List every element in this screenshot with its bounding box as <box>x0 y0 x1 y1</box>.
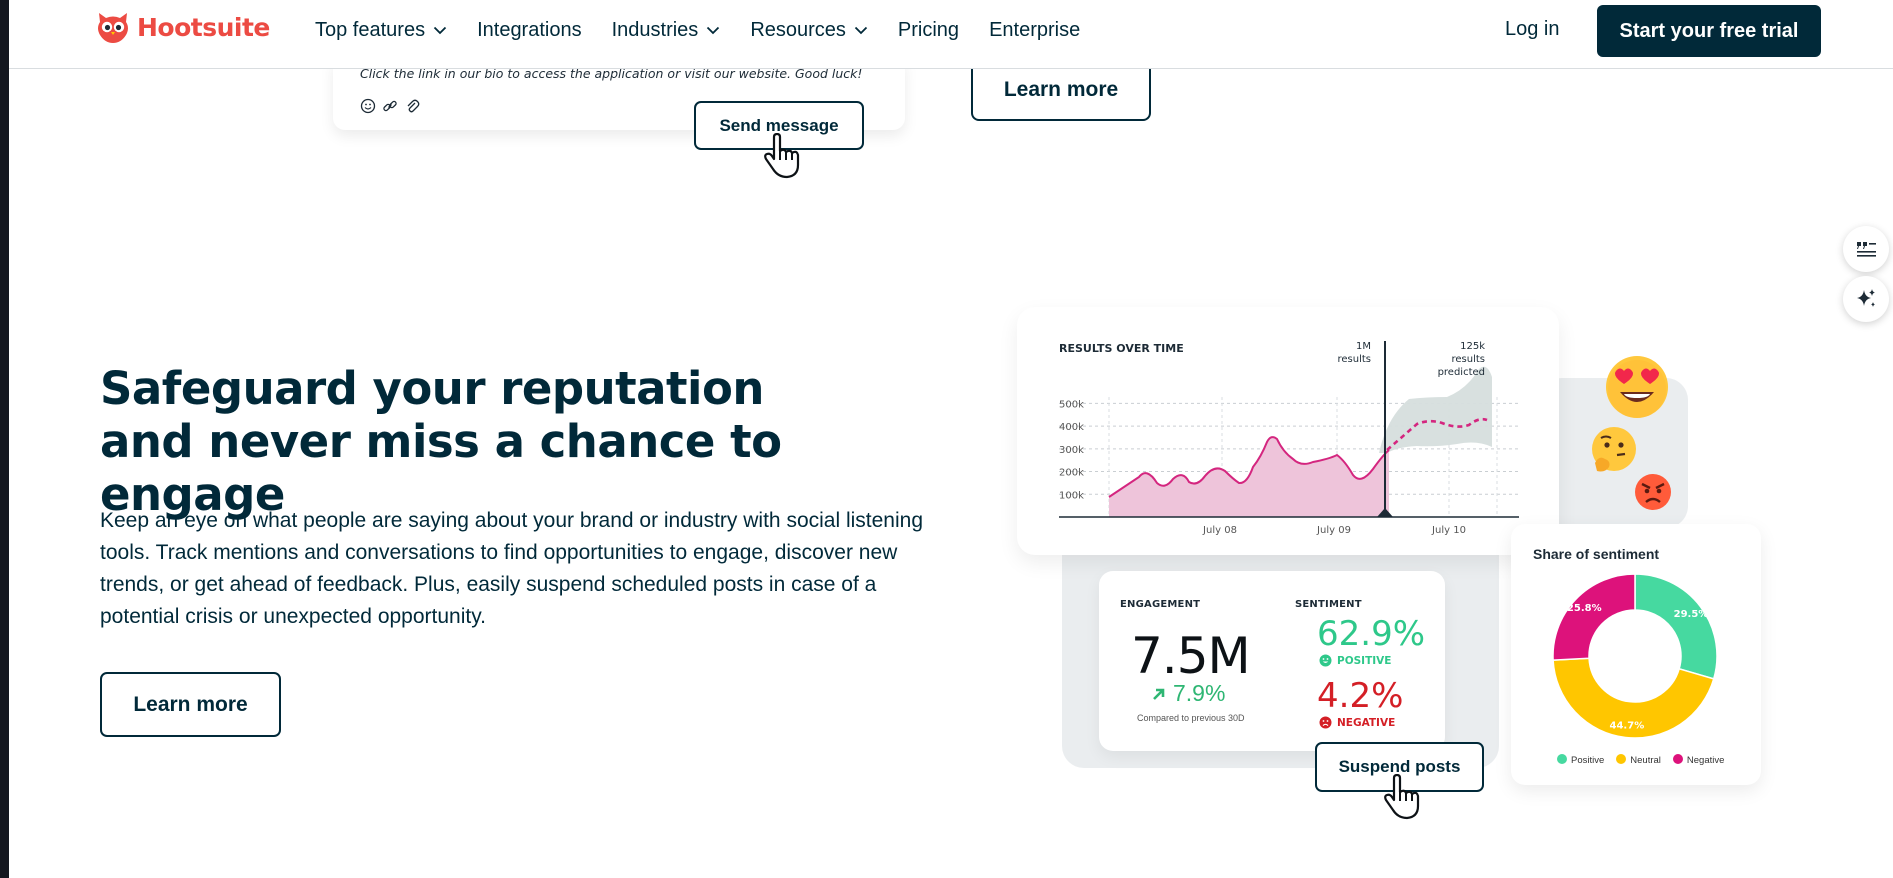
positive-value: 62.9% <box>1317 614 1426 654</box>
compare-text: Compared to previous 30D <box>1137 713 1245 723</box>
nav-item-pricing[interactable]: Pricing <box>898 19 959 42</box>
sad-face-icon <box>1319 716 1332 729</box>
arrow-up-right-icon <box>1153 688 1165 700</box>
section-description: Keep an eye on what people are saying ab… <box>100 509 924 628</box>
negative-label-row: NEGATIVE <box>1319 716 1395 729</box>
chevron-down-icon <box>433 26 447 34</box>
x-tick-label: July 09 <box>1316 525 1351 536</box>
learn-more-button-previous[interactable]: Learn more <box>971 60 1151 121</box>
attachment-icon[interactable] <box>404 98 420 114</box>
thinking-emoji-icon <box>1592 427 1636 472</box>
engagement-change: 7.9% <box>1151 680 1225 707</box>
nav-item-label: Top features <box>315 18 426 41</box>
learn-more-button[interactable]: Learn more <box>100 672 281 737</box>
section-headline: Safeguard your reputation and never miss… <box>100 362 782 521</box>
metrics-card: ENGAGEMENT SENTIMENT 7.5M 7.9% Compared … <box>1099 571 1445 751</box>
donut-label-positive: 29.5% <box>1674 609 1709 620</box>
happy-face-icon <box>1319 654 1332 667</box>
quote-widget-button[interactable] <box>1843 226 1889 272</box>
chevron-down-icon <box>707 26 720 34</box>
start-trial-button[interactable]: Start your free trial <box>1597 5 1821 57</box>
donut-slice-negative <box>1552 573 1636 661</box>
y-tick-label: 100k <box>1059 490 1084 501</box>
link-icon[interactable] <box>382 98 398 114</box>
x-tick-label: July 08 <box>1202 525 1237 536</box>
legend-neutral: Neutral <box>1616 754 1661 766</box>
x-tick-label: July 10 <box>1431 525 1466 536</box>
nav-item-industries[interactable]: Industries <box>612 19 721 42</box>
nav-item-label: Integrations <box>477 18 582 41</box>
donut-slice-positive <box>1634 573 1718 680</box>
negative-label: NEGATIVE <box>1337 716 1396 729</box>
results-chart-title: RESULTS OVER TIME <box>1059 342 1184 355</box>
marker-label-1: 1M <box>1356 341 1371 352</box>
x-axis-ticks: July 08 July 09 July 10 <box>1202 525 1466 536</box>
prediction-band <box>1379 366 1492 453</box>
nav-item-label: Pricing <box>897 18 960 41</box>
sentiment-legend: Positive Neutral Negative <box>1557 754 1724 766</box>
positive-label-row: POSITIVE <box>1319 654 1391 667</box>
donut-label-negative: 25.8% <box>1567 603 1602 614</box>
positive-label: POSITIVE <box>1337 654 1392 667</box>
engagement-label: ENGAGEMENT <box>1120 599 1201 610</box>
ai-widget-button[interactable] <box>1843 276 1889 322</box>
prediction-label-3: predicted <box>1438 367 1485 378</box>
angry-emoji-icon <box>1635 474 1671 510</box>
nav-item-top-features[interactable]: Top features <box>315 19 447 42</box>
donut-label-neutral: 44.7% <box>1610 721 1645 732</box>
share-of-sentiment-card: Share of sentiment 29.5% 44.7% 25.8% Posit… <box>1511 524 1761 785</box>
y-tick-label: 400k <box>1059 422 1084 433</box>
engagement-change-value: 7.9% <box>1173 680 1226 706</box>
prediction-label-1: 125k <box>1460 341 1485 352</box>
marker-label-2: results <box>1337 354 1371 365</box>
login-link[interactable]: Log in <box>1505 18 1560 41</box>
legend-positive: Positive <box>1557 754 1604 766</box>
nav-item-label: Enterprise <box>989 18 1081 41</box>
nav-item-label: Resources <box>750 18 846 41</box>
sparkles-icon <box>1857 289 1875 307</box>
hand-cursor-icon <box>764 133 800 179</box>
hootsuite-logo[interactable]: Hootsuite <box>95 10 270 44</box>
negative-value: 4.2% <box>1317 676 1404 716</box>
window-edge <box>0 0 9 878</box>
emoji-icon[interactable] <box>360 98 376 114</box>
y-tick-label: 300k <box>1059 445 1084 456</box>
owl-logo-icon <box>98 13 128 43</box>
y-axis-ticks: 500k 400k 300k 200k 100k <box>1059 399 1084 501</box>
site-header: Hootsuite Top features Integrations Indust… <box>9 0 1893 69</box>
quote-list-icon <box>1857 242 1876 257</box>
nav-item-integrations[interactable]: Integrations <box>477 19 582 42</box>
heart-eyes-emoji-icon <box>1606 356 1668 418</box>
main-nav: Top features Integrations Industries Resour… <box>315 0 1080 60</box>
sentiment-donut-chart: 29.5% 44.7% 25.8% <box>1552 573 1718 739</box>
brand-name: Hootsuite <box>137 12 270 42</box>
results-over-time-card: RESULTS OVER TIME 500k 400k 300k 200k 100k J… <box>1017 307 1559 555</box>
chevron-down-icon <box>854 26 868 34</box>
results-chart: RESULTS OVER TIME 500k 400k 300k 200k 100k J… <box>1059 341 1519 536</box>
engagement-value: 7.5M <box>1131 627 1251 685</box>
sentiment-label: SENTIMENT <box>1295 599 1362 610</box>
nav-item-label: Industries <box>611 18 699 41</box>
nav-item-resources[interactable]: Resources <box>750 19 868 42</box>
prediction-label-2: results <box>1451 354 1485 365</box>
nav-item-enterprise[interactable]: Enterprise <box>989 19 1080 42</box>
hand-cursor-icon-2 <box>1384 774 1420 820</box>
message-toolbar <box>360 98 420 114</box>
y-tick-label: 200k <box>1059 468 1084 479</box>
y-tick-label: 500k <box>1059 399 1084 410</box>
legend-negative: Negative <box>1672 754 1724 766</box>
